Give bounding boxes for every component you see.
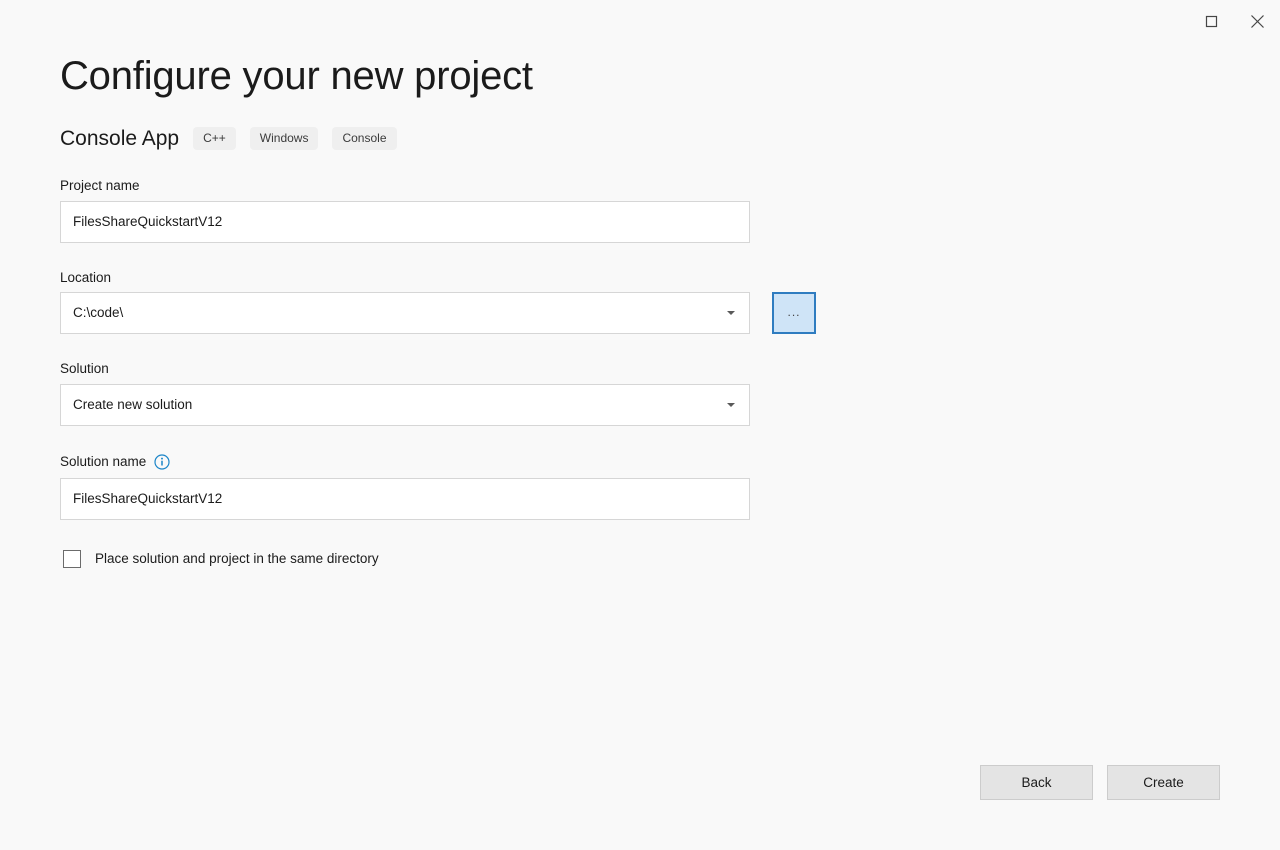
solution-value: Create new solution [73,398,192,412]
solution-row: Create new solution [60,384,1220,426]
dialog-footer: Back Create [980,765,1220,800]
maximize-button[interactable] [1188,0,1234,42]
project-name-input[interactable]: FilesShareQuickstartV12 [60,201,750,243]
template-summary: Console App C++ Windows Console [60,125,1220,151]
project-name-row: FilesShareQuickstartV12 [60,201,1220,243]
title-bar [0,0,1280,42]
location-value: C:\code\ [73,306,123,320]
tag-platform: Windows [250,127,319,150]
location-label: Location [60,271,1220,285]
solution-label: Solution [60,362,1220,376]
page-title: Configure your new project [60,44,1220,100]
close-button[interactable] [1234,0,1280,42]
tag-language: C++ [193,127,236,150]
project-name-label: Project name [60,179,1220,193]
chevron-down-icon [727,403,735,407]
chevron-down-icon [727,311,735,315]
dialog-content: Configure your new project Console App C… [60,44,1220,568]
close-icon [1250,14,1265,29]
browse-location-button[interactable]: ... [772,292,816,334]
same-directory-label: Place solution and project in the same d… [95,551,379,566]
create-button[interactable]: Create [1107,765,1220,800]
location-combobox[interactable]: C:\code\ [60,292,750,334]
info-icon[interactable] [154,454,170,470]
template-name: Console App [60,128,179,149]
solution-name-row: FilesShareQuickstartV12 [60,478,1220,520]
solution-name-label-text: Solution name [60,455,146,469]
tag-project-type: Console [332,127,396,150]
same-directory-row[interactable]: Place solution and project in the same d… [60,550,1220,568]
same-directory-checkbox[interactable] [63,550,81,568]
solution-name-input[interactable]: FilesShareQuickstartV12 [60,478,750,520]
maximize-icon [1205,15,1218,28]
project-configuration-form: Project name FilesShareQuickstartV12 Loc… [60,179,1220,568]
solution-name-label: Solution name [60,454,1220,470]
back-button[interactable]: Back [980,765,1093,800]
location-row: C:\code\ ... [60,292,1220,334]
solution-combobox[interactable]: Create new solution [60,384,750,426]
